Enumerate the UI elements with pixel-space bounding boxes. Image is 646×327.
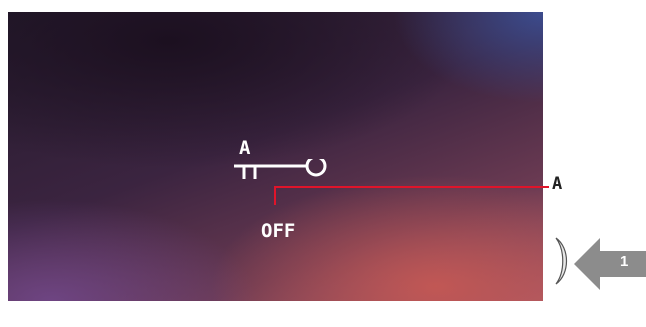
lock-label: A	[239, 137, 251, 159]
step-number: 1	[620, 253, 629, 270]
key-icon	[234, 159, 327, 179]
device-screen: A OFF	[8, 12, 543, 301]
lock-control[interactable]: A	[234, 139, 334, 187]
side-touch-button[interactable]	[553, 236, 573, 286]
lock-status: OFF	[261, 220, 296, 242]
arrow-left-icon	[574, 238, 646, 290]
callout-label: A	[552, 174, 563, 194]
